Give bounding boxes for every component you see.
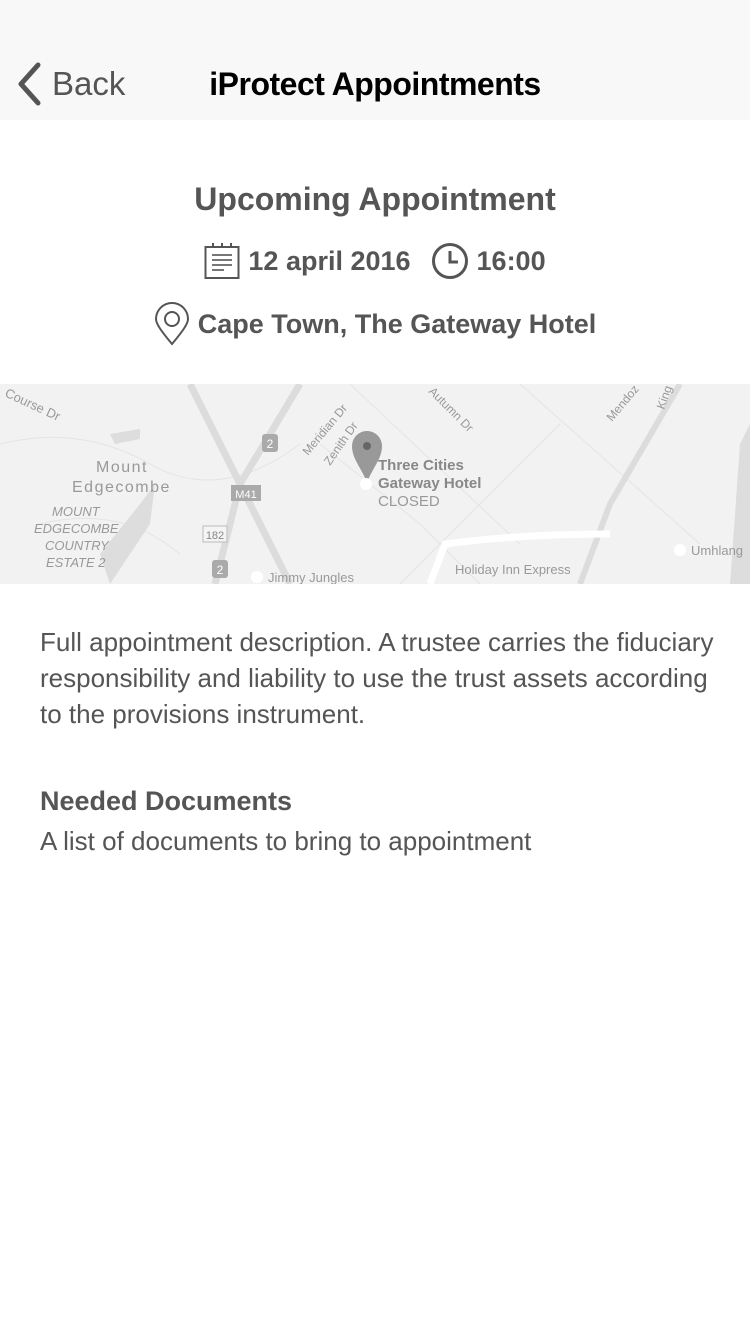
map-label-estate: MOUNT (52, 504, 101, 519)
map-label-estate: COUNTRY (45, 538, 110, 553)
clock-icon (431, 243, 468, 279)
location-pin-icon (154, 302, 189, 346)
documents-text: A list of documents to bring to appointm… (40, 826, 532, 856)
appointment-date: 12 april 2016 (248, 245, 411, 276)
map-label-course: Course Dr (3, 385, 64, 424)
nav-bar: Back iProtect Appointments (0, 0, 750, 120)
road-badge-2: 2 (267, 437, 274, 451)
map-label-holiday: Holiday Inn Express (455, 562, 571, 577)
road-badge-m41: M41 (235, 489, 256, 501)
date-time-row: 12 april 2016 16:00 (0, 242, 750, 280)
appointment-location: Cape Town, The Gateway Hotel (197, 308, 597, 339)
location-row: Cape Town, The Gateway Hotel (0, 302, 750, 346)
map-hotel-name: Gateway Hotel (378, 475, 481, 492)
map-hotel-name: Three Cities (378, 457, 464, 474)
appointment-time: 16:00 (476, 245, 546, 276)
map-label-edgecombe: Edgecombe (72, 479, 171, 496)
map-label-mount: Mount (96, 459, 148, 476)
map-label-estate: ESTATE 2 (46, 555, 106, 570)
road-badge-2: 2 (217, 563, 224, 577)
road-badge-182: 182 (206, 530, 224, 542)
map-label-autumn: Autumn Dr (426, 384, 476, 434)
appointment-heading: Upcoming Appointment (194, 181, 556, 217)
appointment-description: Full appointment description. A trustee … (40, 627, 714, 729)
page-title: iProtect Appointments (209, 66, 541, 102)
map-hotel-status: CLOSED (378, 493, 440, 510)
location-map[interactable]: Course Dr Mount Edgecombe MOUNT EDGECOMB… (0, 384, 750, 584)
map-label-estate: EDGECOMBE (34, 521, 119, 536)
documents-title: Needed Documents (40, 786, 293, 816)
calendar-icon (204, 243, 240, 279)
map-label-mendoza: Mendoz (604, 384, 642, 424)
map-label-umhlanga: Umhlang (691, 543, 743, 558)
map-label-jimmy: Jimmy Jungles (268, 570, 354, 584)
